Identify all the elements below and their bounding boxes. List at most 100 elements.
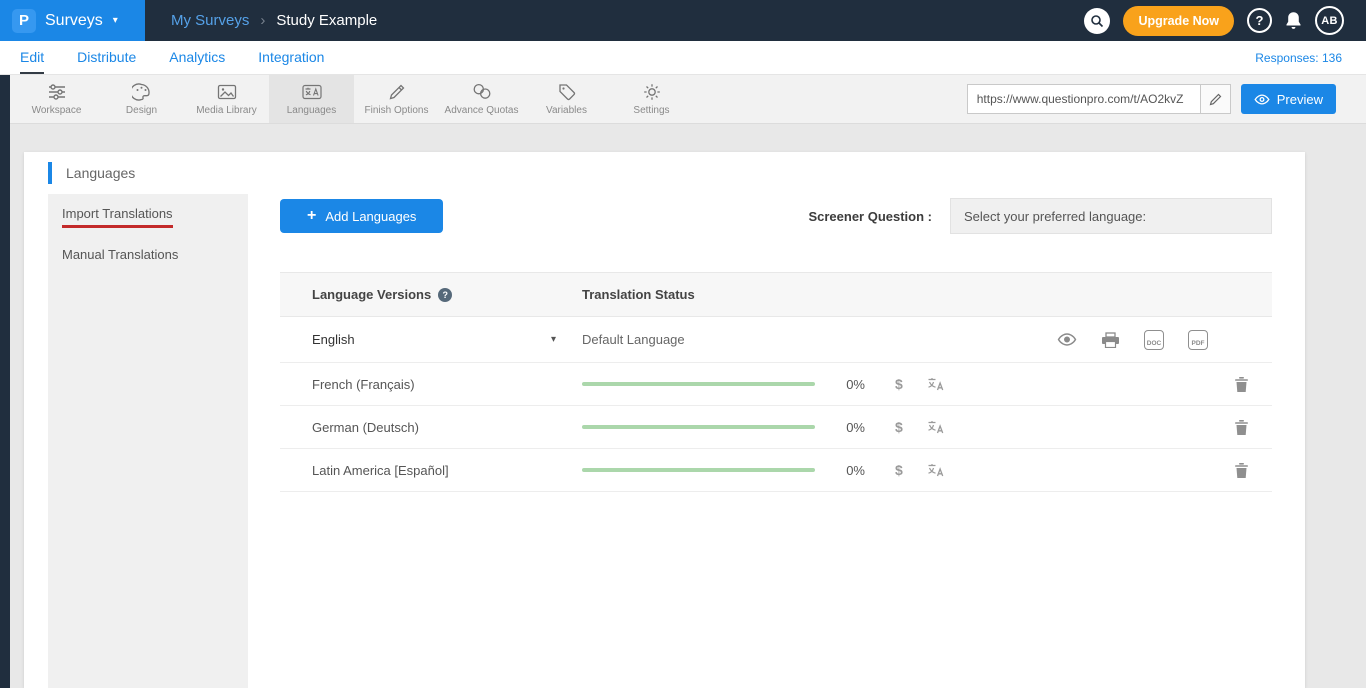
default-language-name: English [312,332,355,347]
translation-percent: 0% [841,463,865,478]
questionpro-logo: P [12,9,36,33]
language-name: French (Français) [280,377,582,392]
eye-icon [1057,333,1077,346]
import-translations-label: Import Translations [62,206,173,228]
paid-translation-button[interactable]: $ [895,376,903,392]
breadcrumb-current-survey: Study Example [276,12,377,29]
language-row-german: German (Deutsch) 0% $ [280,406,1272,449]
tab-analytics[interactable]: Analytics [169,41,225,74]
toolbar-item-variables[interactable]: Variables [524,75,609,123]
view-survey-button[interactable] [1057,333,1077,346]
translation-progress-bar [582,382,815,386]
page-title: Languages [66,165,135,181]
preview-label: Preview [1277,92,1323,107]
workspace-icon [47,83,67,101]
languages-panel: + Add Languages Screener Question : Sele… [248,194,1305,688]
languages-card: Languages Import Translations Manual Tra… [24,152,1305,688]
toolbar-item-finish-options[interactable]: Finish Options [354,75,439,123]
palette-icon [132,83,151,101]
toolbar-item-design[interactable]: Design [99,75,184,123]
toolbar-item-languages[interactable]: Languages [269,75,354,123]
edit-url-button[interactable] [1201,84,1231,114]
print-survey-button[interactable] [1101,332,1120,348]
product-label: Surveys [45,12,103,30]
page-content: Languages Import Translations Manual Tra… [0,124,1366,688]
survey-url-box [967,84,1231,114]
paid-translation-button[interactable]: $ [895,419,903,435]
delete-language-button[interactable] [1235,377,1248,392]
notifications-button[interactable] [1285,11,1302,30]
column-language-versions: Language Versions [312,287,431,302]
upgrade-now-button[interactable]: Upgrade Now [1123,6,1234,36]
auto-translate-button[interactable] [927,420,946,434]
toolbar-item-workspace[interactable]: Workspace [14,75,99,123]
panel-actions-row: + Add Languages Screener Question : Sele… [280,198,1272,234]
default-language-status: Default Language [582,332,685,347]
breadcrumb-my-surveys[interactable]: My Surveys [171,12,249,29]
paid-translation-button[interactable]: $ [895,462,903,478]
help-button[interactable]: ? [1247,8,1272,33]
question-mark-icon: ? [1256,13,1264,28]
chevron-down-icon: ▾ [551,334,556,345]
pencil-icon [1209,93,1222,106]
product-menu[interactable]: P Surveys ▾ [0,0,145,41]
auto-translate-button[interactable] [927,377,946,391]
trash-icon [1235,463,1248,478]
search-button[interactable] [1084,8,1110,34]
table-row-default: English ▾ Default Language DOC [280,317,1272,363]
toolbar-item-advance-quotas[interactable]: Advance Quotas [439,75,524,123]
default-language-dropdown[interactable]: English ▾ [280,332,582,347]
card-header: Languages [24,152,1305,194]
toolbar-item-label: Workspace [32,105,82,116]
toolbar-item-label: Languages [287,105,337,116]
languages-sidebar: Import Translations Manual Translations [48,194,248,688]
survey-url-input[interactable] [967,84,1201,114]
add-languages-label: Add Languages [325,209,416,224]
tab-distribute[interactable]: Distribute [77,41,136,74]
language-row-spanish: Latin America [Español] 0% $ [280,449,1272,492]
responses-count[interactable]: Responses: 136 [1255,51,1342,65]
toolbar-item-media-library[interactable]: Media Library [184,75,269,123]
help-icon[interactable]: ? [438,288,452,302]
column-translation-status: Translation Status [582,287,695,302]
translation-progress-bar [582,425,815,429]
toolbar-item-label: Finish Options [365,105,429,116]
survey-section-tabs: Edit Distribute Analytics Integration Re… [0,41,1366,75]
trash-icon [1235,420,1248,435]
breadcrumb: My Surveys › Study Example [171,12,377,29]
language-name: German (Deutsch) [280,420,582,435]
trash-icon [1235,377,1248,392]
preview-button[interactable]: Preview [1241,84,1336,114]
delete-language-button[interactable] [1235,420,1248,435]
translate-icon [302,83,322,101]
download-doc-button[interactable]: DOC [1144,330,1164,350]
eye-icon [1254,94,1270,105]
plus-icon: + [307,207,316,225]
download-pdf-button[interactable]: PDF [1188,330,1208,350]
manual-translations-label: Manual Translations [62,247,178,262]
delete-language-button[interactable] [1235,463,1248,478]
translation-progress-bar [582,468,815,472]
chevron-down-icon: ▾ [113,15,118,26]
screener-question-label: Screener Question : [808,209,932,224]
toolbar-item-label: Settings [633,105,669,116]
screener-question-select[interactable]: Select your preferred language: [950,198,1272,234]
tag-icon [558,83,576,101]
tab-integration[interactable]: Integration [258,41,324,74]
sidebar-item-manual-translations[interactable]: Manual Translations [48,237,248,271]
add-languages-button[interactable]: + Add Languages [280,199,443,233]
toolbar-item-label: Variables [546,105,587,116]
sidebar-item-import-translations[interactable]: Import Translations [48,196,248,237]
bell-icon [1285,11,1302,30]
collapsed-left-rail[interactable] [0,75,10,688]
translation-percent: 0% [841,377,865,392]
language-name: Latin America [Español] [280,463,582,478]
pencil-icon [388,83,406,101]
link-rings-icon [472,83,492,101]
search-icon [1090,14,1104,28]
user-avatar[interactable]: AB [1315,6,1344,35]
edit-toolbar: Workspace Design Media Library Languages… [0,75,1366,124]
auto-translate-button[interactable] [927,463,946,477]
tab-edit[interactable]: Edit [20,41,44,74]
toolbar-item-settings[interactable]: Settings [609,75,694,123]
